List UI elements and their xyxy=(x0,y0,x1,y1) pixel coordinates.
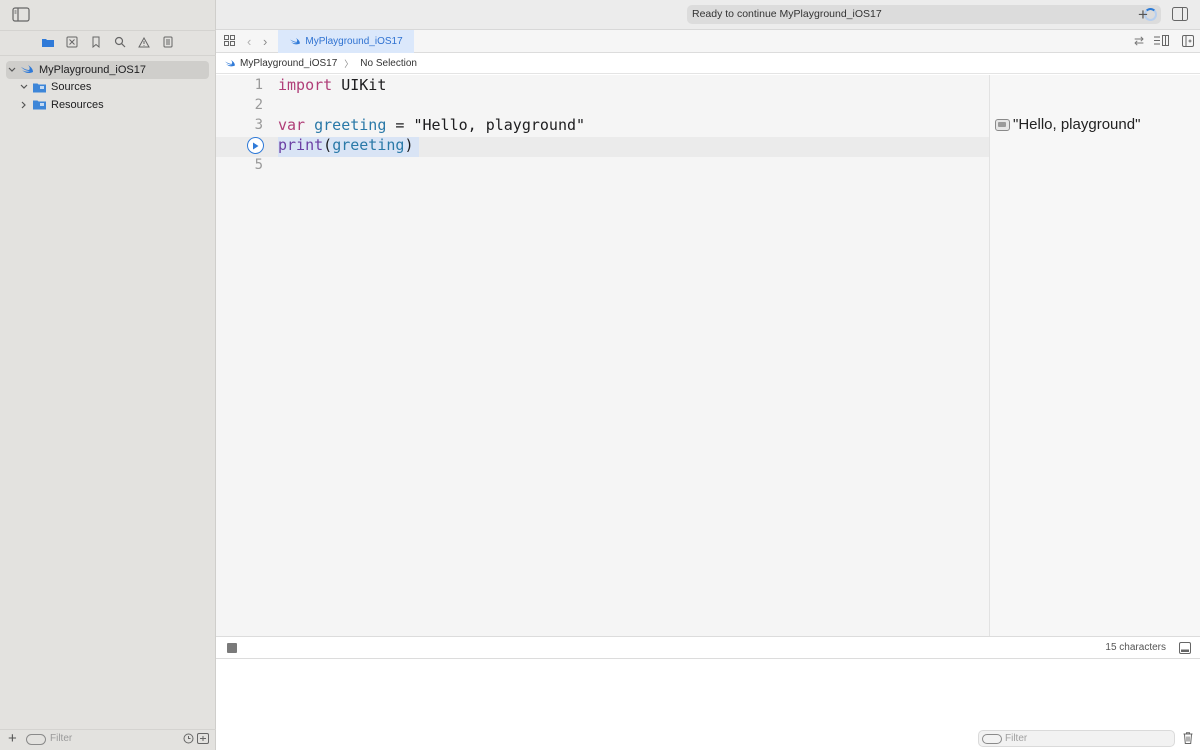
string-literal: "Hello, playground" xyxy=(413,116,586,134)
add-editor-icon[interactable] xyxy=(1182,35,1194,50)
plus-icon[interactable]: + xyxy=(1138,6,1148,23)
folder-icon[interactable] xyxy=(40,34,56,50)
tree-item-resources[interactable]: Resources xyxy=(6,96,209,114)
run-to-line-button[interactable] xyxy=(247,137,264,154)
code-line-1[interactable]: import UIKit xyxy=(278,76,386,94)
code-line-4[interactable]: print(greeting) xyxy=(278,136,413,154)
breadcrumb: MyPlayground_iOS17 〉 No Selection xyxy=(216,53,1200,74)
folder-icon xyxy=(32,81,48,93)
debug-bar: 15 characters xyxy=(216,636,1200,659)
folder-icon xyxy=(32,99,48,111)
navigator-selector xyxy=(40,34,176,50)
tree-item-label: Resources xyxy=(51,98,104,111)
swift-icon xyxy=(225,59,235,66)
swift-icon xyxy=(290,37,301,45)
chevron-down-icon[interactable] xyxy=(18,81,30,93)
keyword: var xyxy=(278,116,306,134)
swift-icon xyxy=(20,64,36,76)
status-text: Ready to continue MyPlayground_iOS17 xyxy=(692,8,882,20)
sidebar-toggle-icon[interactable] xyxy=(12,7,30,22)
tree-item-label: MyPlayground_iOS17 xyxy=(39,63,147,76)
operator: = xyxy=(386,116,414,134)
tree-item-label: Sources xyxy=(51,81,92,94)
toolbar: Ready to continue MyPlayground_iOS17 xyxy=(216,0,1200,30)
breadcrumb-file[interactable]: MyPlayground_iOS17 xyxy=(240,58,337,69)
function-name: print xyxy=(278,136,324,154)
activity-status-bar: Ready to continue MyPlayground_iOS17 xyxy=(687,5,1161,24)
tree-item-project[interactable]: MyPlayground_iOS17 xyxy=(6,61,209,79)
filter-options-icon[interactable] xyxy=(26,734,46,745)
identifier: UIKit xyxy=(332,76,387,94)
chevron-right-icon: 〉 xyxy=(344,58,354,69)
chevron-down-icon[interactable] xyxy=(6,64,18,76)
stop-button[interactable] xyxy=(227,643,237,653)
console-filter-input[interactable]: Filter xyxy=(1005,733,1027,744)
bookmark-icon[interactable] xyxy=(88,34,104,50)
forward-arrow-icon[interactable]: › xyxy=(263,34,267,49)
source-control-icon[interactable] xyxy=(64,34,80,50)
source-control-filter-icon[interactable] xyxy=(197,733,209,747)
recent-files-icon[interactable] xyxy=(183,733,194,747)
code-line-3[interactable]: var greeting = "Hello, playground" xyxy=(278,116,585,134)
trash-icon[interactable] xyxy=(1183,732,1193,747)
keyword: import xyxy=(278,76,333,94)
results-sidebar: "Hello, playground" xyxy=(989,75,1200,636)
identifier: greeting xyxy=(305,116,387,134)
editor-options-icon[interactable] xyxy=(1154,35,1169,49)
tab-label: MyPlayground_iOS17 xyxy=(305,36,403,47)
back-arrow-icon[interactable]: ‹ xyxy=(247,34,251,49)
character-count: 15 characters xyxy=(1105,642,1166,653)
filter-options-icon[interactable] xyxy=(982,734,1002,744)
tree-item-sources[interactable]: Sources xyxy=(6,79,209,97)
result-value[interactable]: "Hello, playground" xyxy=(1013,116,1140,133)
sidebar-filter-input[interactable]: Filter xyxy=(50,733,72,744)
project-tree: MyPlayground_iOS17 Sources Resources xyxy=(6,61,209,114)
paren: ) xyxy=(404,136,414,154)
line-number: 2 xyxy=(254,97,263,113)
console-filter-field[interactable]: Filter xyxy=(978,730,1175,747)
line-number: 5 xyxy=(254,157,263,173)
tab-myplayground[interactable]: MyPlayground_iOS17 xyxy=(278,30,414,53)
related-items-icon[interactable] xyxy=(224,35,235,49)
console-toggle-icon[interactable] xyxy=(1179,642,1191,657)
warning-icon[interactable] xyxy=(136,34,152,50)
divider xyxy=(0,30,216,31)
play-icon xyxy=(253,142,259,149)
add-file-button[interactable]: + xyxy=(8,731,20,746)
identifier: greeting xyxy=(332,136,405,154)
editor-tab-bar: ‹ › MyPlayground_iOS17 ⇄ xyxy=(216,30,1200,53)
breadcrumb-selection[interactable]: No Selection xyxy=(360,58,417,69)
chevron-right-icon[interactable] xyxy=(18,99,30,111)
search-icon[interactable] xyxy=(112,34,128,50)
swap-icon[interactable]: ⇄ xyxy=(1134,34,1144,48)
console-area[interactable]: Filter xyxy=(216,659,1200,750)
navigator-sidebar: MyPlayground_iOS17 Sources Resources + F… xyxy=(0,0,216,750)
inspector-toggle-icon[interactable] xyxy=(1172,7,1188,24)
code-editor[interactable]: 1 2 3 5 import UIKit var greeting = "Hel… xyxy=(216,75,989,636)
line-number: 1 xyxy=(254,77,263,93)
report-icon[interactable] xyxy=(160,34,176,50)
line-number: 3 xyxy=(254,117,263,133)
divider xyxy=(0,55,216,56)
paren: ( xyxy=(323,136,333,154)
quick-look-icon[interactable] xyxy=(995,119,1010,131)
